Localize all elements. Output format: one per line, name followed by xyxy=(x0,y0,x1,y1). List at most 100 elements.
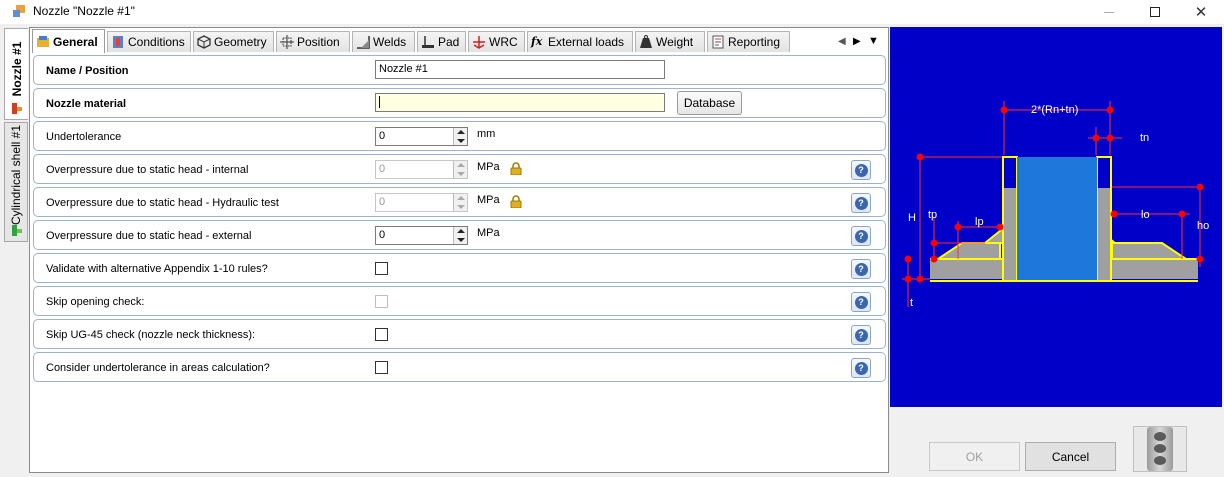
appendix-1-10-checkbox[interactable] xyxy=(375,262,388,275)
window-title: Nozzle "Nozzle #1" xyxy=(33,4,135,18)
side-tab-label: Cylindrical shell #1 xyxy=(9,124,23,226)
ok-button[interactable]: OK xyxy=(929,442,1020,471)
unit-label: MPa xyxy=(477,227,500,239)
tab-weight[interactable]: Weight xyxy=(635,31,705,52)
nozzle-material-input[interactable] xyxy=(375,93,665,112)
help-icon: ? xyxy=(854,163,868,177)
traffic-light-middle xyxy=(1154,444,1166,453)
tab-label: Pad xyxy=(438,35,460,49)
wrc-icon xyxy=(473,36,485,49)
spin-up-icon[interactable] xyxy=(457,229,465,233)
spin-down-icon[interactable] xyxy=(457,238,465,242)
side-tab-strip: Nozzle #1 Cylindrical shell #1 xyxy=(4,28,28,472)
welds-icon xyxy=(357,36,370,49)
stepper-buttons[interactable] xyxy=(453,161,467,178)
help-button[interactable]: ? xyxy=(851,292,871,312)
label-lp: lp xyxy=(975,216,984,228)
help-icon: ? xyxy=(854,361,868,375)
close-icon[interactable]: ✕ xyxy=(1178,0,1224,24)
overpressure-internal-stepper[interactable]: 0 xyxy=(375,160,468,179)
maximize-icon[interactable] xyxy=(1132,0,1178,24)
help-button[interactable]: ? xyxy=(851,226,871,246)
minimize-icon[interactable] xyxy=(1086,0,1132,24)
nozzle-icon xyxy=(12,103,22,114)
tab-position[interactable]: Position xyxy=(276,31,350,52)
position-icon xyxy=(280,35,294,49)
traffic-light-top xyxy=(1154,432,1166,441)
side-tab-nozzle[interactable]: Nozzle #1 xyxy=(4,28,28,120)
tab-external-loads[interactable]: fx External loads xyxy=(527,31,633,52)
row-nozzle-material: Nozzle material Database xyxy=(33,88,886,118)
tab-wrc[interactable]: WRC xyxy=(468,31,525,52)
stepper-buttons[interactable] xyxy=(453,194,467,211)
row-label: Skip UG-45 check (nozzle neck thickness)… xyxy=(46,329,256,341)
left-pad xyxy=(934,242,1001,260)
stepper-buttons[interactable] xyxy=(453,227,467,244)
tab-conditions[interactable]: Conditions xyxy=(107,31,191,52)
overpressure-hydraulic-stepper[interactable]: 0 xyxy=(375,193,468,212)
spin-up-icon[interactable] xyxy=(457,196,465,200)
spin-down-icon[interactable] xyxy=(457,172,465,176)
right-wall-top xyxy=(1098,158,1110,188)
help-button[interactable]: ? xyxy=(851,259,871,279)
tab-reporting[interactable]: Reporting xyxy=(707,31,790,52)
label-t: t xyxy=(910,297,913,309)
tab-list-icon[interactable]: ▼ xyxy=(868,33,879,49)
tab-general[interactable]: General xyxy=(32,29,105,53)
tab-geometry[interactable]: Geometry xyxy=(193,31,274,52)
row-overpressure-hydraulic: Overpressure due to static head - Hydrau… xyxy=(33,187,886,217)
help-button[interactable]: ? xyxy=(851,193,871,213)
row-appendix-1-10: Validate with alternative Appendix 1-10 … xyxy=(33,253,886,283)
unit-label: MPa xyxy=(477,194,500,206)
help-button[interactable]: ? xyxy=(851,358,871,378)
stepper-value: 0 xyxy=(379,229,386,241)
unit-label: MPa xyxy=(477,161,500,173)
spin-up-icon[interactable] xyxy=(457,130,465,134)
tab-label: Weight xyxy=(656,35,694,49)
stepper-value: 0 xyxy=(379,130,386,142)
spin-down-icon[interactable] xyxy=(457,139,465,143)
row-undertolerance: Undertolerance 0 mm xyxy=(33,121,886,151)
database-button[interactable]: Database xyxy=(677,91,742,115)
stepper-buttons[interactable] xyxy=(453,128,467,145)
tab-strip: General Conditions Geometry Position Wel… xyxy=(30,29,888,53)
lock-icon[interactable] xyxy=(510,195,522,208)
lock-icon[interactable] xyxy=(510,162,522,175)
cancel-button[interactable]: Cancel xyxy=(1025,442,1116,471)
skip-opening-check-checkbox[interactable] xyxy=(375,295,388,308)
tab-welds[interactable]: Welds xyxy=(352,31,415,52)
conditions-icon xyxy=(113,36,123,48)
tab-label: General xyxy=(53,34,98,49)
label-H: H xyxy=(908,212,916,224)
stepper-value: 0 xyxy=(379,163,386,175)
label-tn: tn xyxy=(1140,132,1149,144)
tab-pad[interactable]: Pad xyxy=(417,31,466,52)
tab-label: Welds xyxy=(373,35,407,49)
help-icon: ? xyxy=(854,262,868,276)
skip-ug45-check-checkbox[interactable] xyxy=(375,328,388,341)
undertolerance-stepper[interactable]: 0 xyxy=(375,127,468,146)
scroll-left-icon[interactable]: ◀ xyxy=(838,33,846,49)
tab-label: Geometry xyxy=(214,35,267,49)
scroll-right-icon[interactable]: ▶ xyxy=(853,33,861,49)
spin-up-icon[interactable] xyxy=(457,163,465,167)
row-label: Overpressure due to static head - intern… xyxy=(46,164,249,176)
label-lo: lo xyxy=(1141,209,1150,221)
traffic-light-icon xyxy=(1133,426,1187,472)
right-pad xyxy=(1111,242,1190,260)
reporting-icon xyxy=(712,35,724,49)
row-label: Name / Position xyxy=(46,65,129,77)
label-diameter: 2*(Rn+tn) xyxy=(1031,104,1078,116)
nozzle-diagram: 2*(Rn+tn) tn H tp lp lo ho t xyxy=(890,27,1222,407)
help-button[interactable]: ? xyxy=(851,325,871,345)
row-name-position: Name / Position Nozzle #1 xyxy=(33,55,886,85)
spin-down-icon[interactable] xyxy=(457,205,465,209)
help-button[interactable]: ? xyxy=(851,160,871,180)
side-tab-cylindrical-shell[interactable]: Cylindrical shell #1 xyxy=(4,122,28,242)
name-position-input[interactable]: Nozzle #1 xyxy=(375,60,665,79)
general-icon xyxy=(37,35,49,47)
tab-label: External loads xyxy=(548,35,625,49)
consider-undertolerance-checkbox[interactable] xyxy=(375,361,388,374)
tab-label: Conditions xyxy=(128,35,185,49)
overpressure-external-stepper[interactable]: 0 xyxy=(375,226,468,245)
